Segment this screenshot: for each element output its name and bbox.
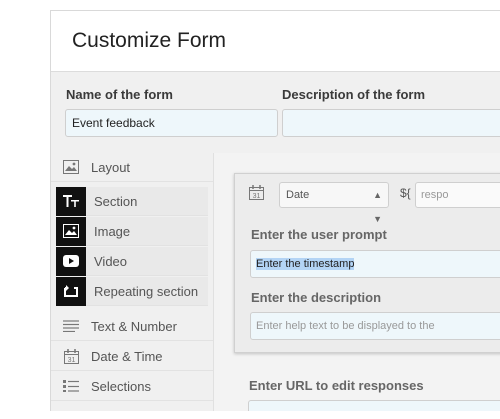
variable-prefix: ${ [400, 186, 411, 200]
list-icon [51, 380, 91, 392]
field-type-value: Date [286, 189, 310, 201]
sidebar-item-selections[interactable]: Selections [51, 372, 213, 401]
sidebar-item-date-time[interactable]: 31 Date & Time [51, 342, 213, 371]
sidebar-item-video[interactable]: Video [56, 246, 208, 276]
header: Customize Form [51, 11, 500, 72]
sidebar-item-label: Date & Time [91, 348, 163, 364]
sidebar-item-label: Section [94, 193, 138, 209]
lines-icon [51, 320, 91, 332]
edit-url-label: Enter URL to edit responses [249, 378, 424, 393]
text-size-icon [56, 186, 86, 216]
prompt-input[interactable]: Enter the timestamp [250, 250, 500, 278]
image-icon [56, 216, 86, 246]
sidebar-item-label: Text & Number [91, 318, 177, 334]
description-label: Enter the description [251, 290, 382, 305]
sidebar-item-label: Selections [91, 378, 151, 394]
field-type-select[interactable]: Date ▲ ▼ [279, 182, 389, 224]
calendar-icon: 31 [51, 348, 91, 364]
select-arrows-icon: ▲ ▼ [373, 190, 382, 224]
sidebar-item-text-number[interactable]: Text & Number [51, 312, 213, 341]
prompt-label: Enter the user prompt [251, 227, 387, 242]
sidebar-item-repeating-section[interactable]: Repeating section [56, 276, 208, 306]
edit-url-input[interactable] [248, 400, 500, 411]
sidebar-item-section[interactable]: Section [56, 186, 208, 216]
sidebar-item-label: Image [94, 223, 131, 239]
page-title: Customize Form [72, 29, 227, 52]
play-icon [56, 246, 86, 276]
sidebar-item-label: Video [94, 253, 128, 269]
variable-name-input[interactable]: respo [415, 182, 500, 208]
customize-form-window: Customize Form Name of the form Descript… [50, 10, 500, 411]
repeat-icon [56, 276, 86, 306]
sidebar-item-label: Repeating section [94, 283, 199, 299]
date-field-card[interactable]: 31 Date ▲ ▼ ${ respo Enter the user promp… [234, 173, 500, 353]
form-name-input[interactable]: Event feedback [65, 109, 278, 137]
sidebar-item-label: Layout [91, 159, 131, 175]
form-name-label: Name of the form [66, 87, 173, 102]
form-canvas: 31 Date ▲ ▼ ${ respo Enter the user promp… [213, 153, 500, 411]
prompt-value: Enter the timestamp [256, 258, 355, 270]
sidebar-item-image[interactable]: Image [56, 216, 208, 246]
svg-text:31: 31 [253, 193, 261, 200]
description-input[interactable]: Enter help text to be displayed to the [250, 312, 500, 340]
image-icon [51, 160, 91, 174]
calendar-icon: 31 [249, 185, 264, 205]
sidebar-item-layout[interactable]: Layout [51, 153, 213, 182]
svg-text:31: 31 [67, 357, 75, 364]
form-description-input[interactable] [282, 109, 500, 137]
field-palette-sidebar: Layout Section Image Video Repeating sec [51, 153, 213, 411]
form-description-label: Description of the form [282, 87, 426, 102]
